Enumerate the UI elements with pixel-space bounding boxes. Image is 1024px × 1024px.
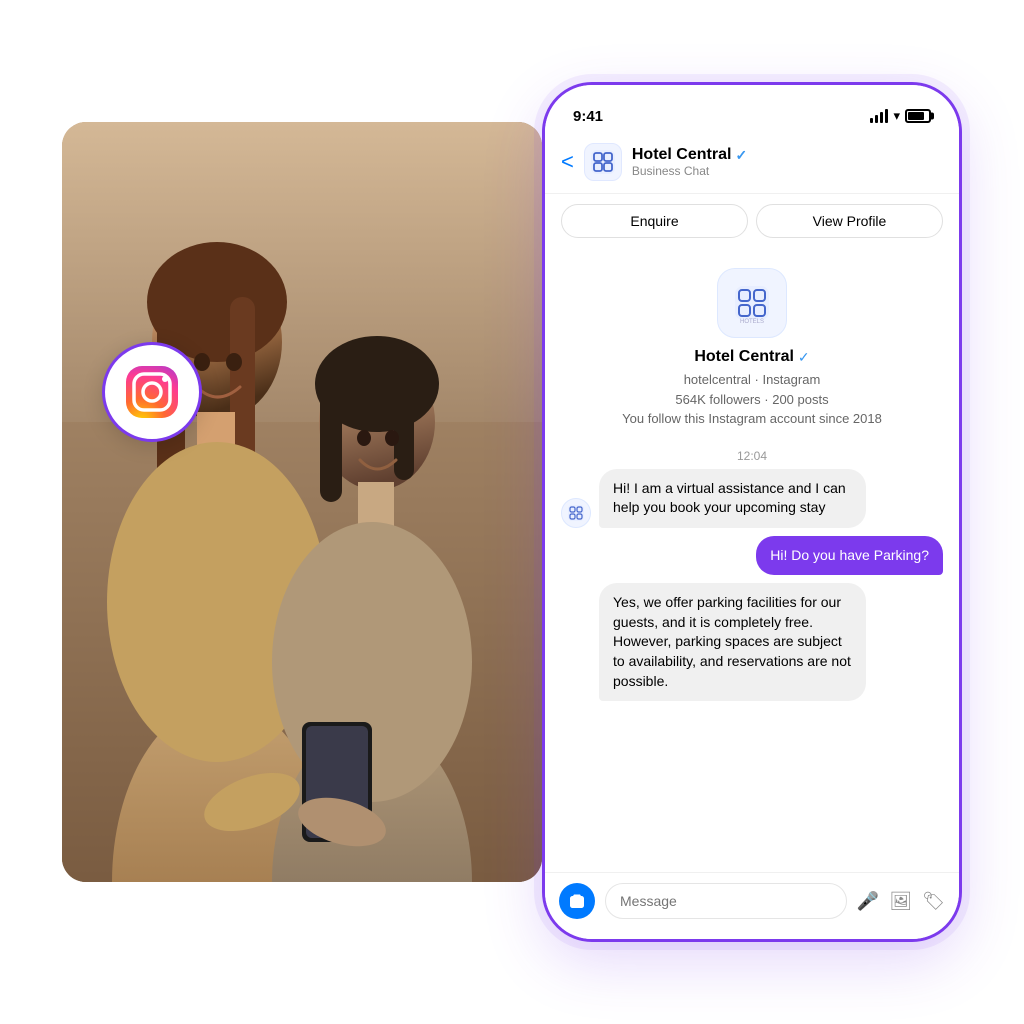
profile-name: Hotel Central: [694, 348, 794, 366]
message-row-outgoing-1: Hi! Do you have Parking?: [561, 536, 943, 576]
microphone-icon[interactable]: 🎤: [857, 891, 879, 912]
profile-name-row: Hotel Central ✓: [694, 348, 809, 366]
battery-icon: [905, 109, 931, 123]
input-icons: 🎤 🖼 🏷: [857, 891, 945, 912]
message-row-incoming-2: Yes, we offer parking facilities for our…: [561, 583, 943, 701]
message-row-incoming-1: Hi! I am a virtual assistance and I can …: [561, 469, 943, 528]
profile-username: hotelcentral · Instagram: [684, 370, 821, 390]
message-input[interactable]: [605, 883, 847, 919]
header-subtitle: Business Chat: [632, 164, 943, 178]
image-icon[interactable]: 🖼: [889, 891, 912, 912]
scene: 9:41 ▾ <: [62, 82, 962, 942]
profile-follow-info: You follow this Instagram account since …: [622, 409, 882, 429]
profile-verified-badge: ✓: [798, 349, 810, 366]
svg-text:HOTELS: HOTELS: [740, 319, 764, 325]
phone-notch: [687, 85, 817, 115]
sticker-icon[interactable]: 🏷: [922, 891, 945, 912]
status-time: 9:41: [573, 108, 603, 125]
bot-avatar-small: [561, 498, 591, 528]
camera-button[interactable]: [559, 883, 595, 919]
header-info: Hotel Central ✓ Business Chat: [632, 146, 943, 178]
enquire-button[interactable]: Enquire: [561, 204, 748, 238]
header-avatar: [584, 143, 622, 181]
message-timestamp: 12:04: [561, 449, 943, 463]
chat-header: < Hotel Central ✓ Business Chat: [545, 135, 959, 194]
status-icons: ▾: [870, 108, 931, 124]
profile-card: HOTELS Hotel Central ✓ hotelcentral · In…: [561, 248, 943, 439]
chat-area: HOTELS Hotel Central ✓ hotelcentral · In…: [545, 248, 959, 872]
wifi-icon: ▾: [893, 108, 900, 124]
message-bubble-outgoing-1: Hi! Do you have Parking?: [756, 536, 943, 576]
profile-stats: 564K followers · 200 posts: [675, 390, 828, 410]
view-profile-button[interactable]: View Profile: [756, 204, 943, 238]
profile-avatar-large: HOTELS: [717, 268, 787, 338]
action-buttons: Enquire View Profile: [545, 194, 959, 248]
input-bar: 🎤 🖼 🏷: [545, 872, 959, 939]
header-name: Hotel Central ✓: [632, 146, 943, 164]
verified-badge: ✓: [735, 147, 747, 164]
phone-mockup: 9:41 ▾ <: [542, 82, 962, 942]
back-button[interactable]: <: [561, 149, 574, 175]
photo-card: [62, 122, 542, 882]
message-bubble-incoming-2: Yes, we offer parking facilities for our…: [599, 583, 866, 701]
instagram-badge: [102, 342, 202, 442]
message-bubble-incoming-1: Hi! I am a virtual assistance and I can …: [599, 469, 866, 528]
signal-icon: [870, 109, 888, 123]
